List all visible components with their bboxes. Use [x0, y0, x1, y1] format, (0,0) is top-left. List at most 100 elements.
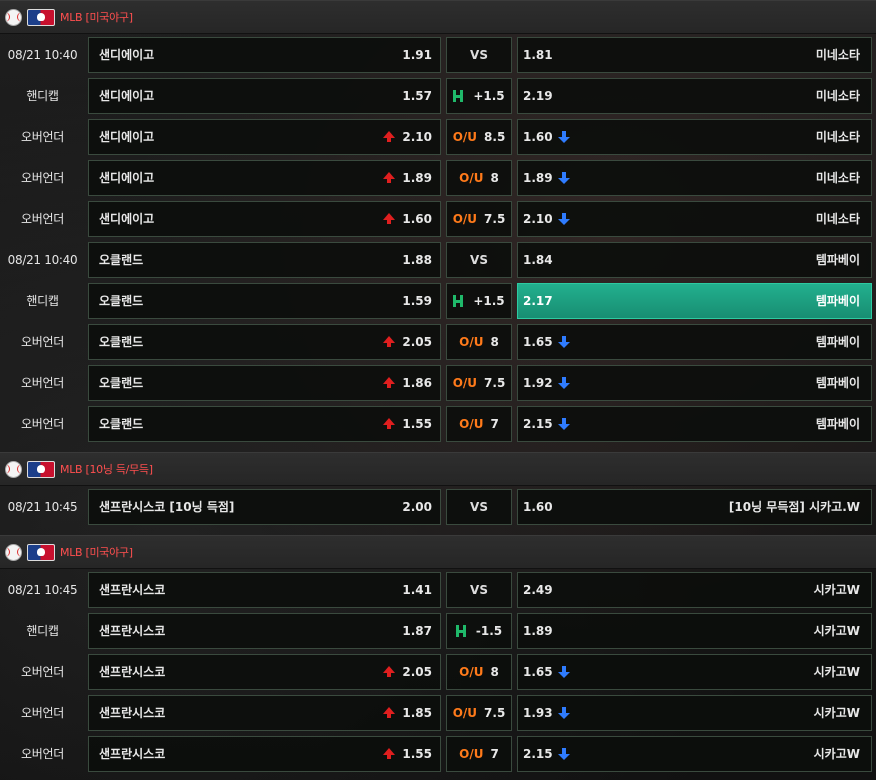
ou-label: O/U — [459, 170, 484, 185]
home-odds: 1.59 — [402, 293, 432, 308]
away-bet-button[interactable]: 2.15 시카고W — [517, 735, 872, 772]
mlb-logo — [27, 8, 55, 26]
ou-label: O/U — [452, 211, 478, 226]
away-team-name: 미네소타 — [815, 212, 860, 226]
home-bet-button[interactable]: 샌디에이고 1.91 — [88, 36, 441, 73]
home-bet-button[interactable]: 오클랜드 1.88 — [88, 241, 441, 278]
ou-label: O/U — [459, 746, 484, 761]
league-name[interactable]: MLB [미국야구] — [60, 9, 133, 25]
away-bet-button[interactable]: 1.65 템파베이 — [517, 323, 872, 360]
league-name[interactable]: MLB [미국야구] — [60, 544, 133, 560]
betting-board: MLB [미국야구] 08/21 10:40 샌디에이고 1.91 VS 1.81 미네소타… — [0, 0, 876, 774]
ou-label: O/U — [459, 416, 484, 431]
home-odds: 1.57 — [402, 88, 432, 103]
away-bet-button[interactable]: 2.19 미네소타 — [517, 77, 872, 114]
arrow-up-icon — [383, 213, 396, 224]
away-bet-button[interactable]: 1.89 미네소타 — [517, 159, 872, 196]
middle-bet-cell: VS — [446, 571, 512, 608]
middle-bet-cell: O/U 8 — [446, 653, 512, 690]
away-team-name: 템파베이 — [815, 417, 860, 431]
home-bet-button[interactable]: 샌프란시스코 [10닝 득점] 2.00 — [88, 488, 441, 525]
home-odds: 1.86 — [402, 375, 432, 390]
match-row: 오버언더 샌프란시스코 1.85 O/U 7.5 1.93 시카고W — [0, 692, 876, 733]
row-label: 오버언더 — [21, 130, 64, 144]
match-row: 오버언더 샌디에이고 1.60 O/U 7.5 2.10 미네소타 — [0, 198, 876, 239]
ou-line-value: 7 — [490, 416, 499, 431]
away-team-name: 시카고W — [813, 747, 860, 761]
middle-bet-cell: VS — [446, 241, 512, 278]
away-bet-button[interactable]: 1.60 [10닝 무득점] 시카고.W — [517, 488, 872, 525]
home-bet-button[interactable]: 샌디에이고 1.89 — [88, 159, 441, 196]
away-bet-button[interactable]: 1.89 시카고W — [517, 612, 872, 649]
handicap-icon-bar — [455, 629, 466, 633]
away-bet-button[interactable]: 1.65 시카고W — [517, 653, 872, 690]
row-label: 핸디캡 — [26, 294, 59, 308]
away-odds: 2.15 — [523, 746, 553, 761]
away-bet-button[interactable]: 1.81 미네소타 — [517, 36, 872, 73]
away-bet-button[interactable]: 2.15 템파베이 — [517, 405, 872, 442]
home-odds: 1.87 — [402, 623, 432, 638]
away-bet-button[interactable]: 1.92 템파베이 — [517, 364, 872, 401]
home-bet-button[interactable]: 샌프란시스코 1.87 — [88, 612, 441, 649]
home-bet-button[interactable]: 샌디에이고 1.57 — [88, 77, 441, 114]
away-bet-button[interactable]: 1.84 템파베이 — [517, 241, 872, 278]
middle-bet-cell: O/U 7 — [446, 735, 512, 772]
home-bet-button[interactable]: 샌디에이고 1.60 — [88, 200, 441, 237]
away-bet-button[interactable]: 2.17 템파베이 — [517, 282, 872, 319]
away-odds: 1.81 — [523, 47, 553, 62]
home-bet-button[interactable]: 샌프란시스코 1.55 — [88, 735, 441, 772]
home-bet-button[interactable]: 오클랜드 1.86 — [88, 364, 441, 401]
handicap-value: +1.5 — [473, 293, 505, 308]
home-odds: 1.91 — [402, 47, 432, 62]
away-bet-button[interactable]: 2.10 미네소타 — [517, 200, 872, 237]
away-bet-button[interactable]: 1.93 시카고W — [517, 694, 872, 731]
home-bet-button[interactable]: 오클랜드 1.59 — [88, 282, 441, 319]
match-row: 오버언더 샌프란시스코 1.55 O/U 7 2.15 시카고W — [0, 733, 876, 774]
away-bet-button[interactable]: 2.49 시카고W — [517, 571, 872, 608]
home-bet-button[interactable]: 오클랜드 2.05 — [88, 323, 441, 360]
home-odds: 1.89 — [402, 170, 432, 185]
away-odds: 1.60 — [523, 499, 553, 514]
ou-label: O/U — [459, 334, 484, 349]
arrow-up-icon — [383, 748, 396, 759]
away-team-name: 미네소타 — [815, 171, 860, 185]
middle-bet-cell: O/U 8 — [446, 159, 512, 196]
ou-line-value: 8 — [490, 664, 499, 679]
row-label: 오버언더 — [21, 665, 64, 679]
middle-bet-cell: VS — [446, 488, 512, 525]
league-name[interactable]: MLB [10닝 득/무득] — [60, 461, 153, 477]
home-team-name: 오클랜드 — [99, 253, 144, 267]
match-row: 오버언더 오클랜드 1.86 O/U 7.5 1.92 템파베이 — [0, 362, 876, 403]
arrow-up-icon — [383, 172, 396, 183]
ou-line-value: 7.5 — [484, 705, 506, 720]
row-label: 08/21 10:40 — [7, 252, 78, 267]
home-team-name: 샌디에이고 — [99, 171, 155, 185]
home-bet-button[interactable]: 샌프란시스코 1.41 — [88, 571, 441, 608]
arrow-down-icon — [557, 706, 570, 719]
match-row: 오버언더 오클랜드 1.55 O/U 7 2.15 템파베이 — [0, 403, 876, 444]
away-bet-button[interactable]: 1.60 미네소타 — [517, 118, 872, 155]
home-team-name: 샌디에이고 — [99, 48, 155, 62]
away-team-name: 시카고W — [813, 624, 860, 638]
home-team-name: 샌프란시스코 [10닝 득점] — [99, 500, 235, 514]
home-bet-button[interactable]: 샌프란시스코 1.85 — [88, 694, 441, 731]
away-odds: 1.93 — [523, 705, 553, 720]
ou-line-value: 8 — [490, 334, 499, 349]
arrow-up-icon — [383, 377, 396, 388]
home-bet-button[interactable]: 오클랜드 1.55 — [88, 405, 441, 442]
ou-line-value: 7.5 — [484, 375, 506, 390]
home-odds: 1.55 — [402, 416, 432, 431]
home-team-name: 샌프란시스코 — [99, 665, 166, 679]
ou-line-value: 8.5 — [484, 129, 506, 144]
middle-bet-cell: O/U 8.5 — [446, 118, 512, 155]
home-team-name: 오클랜드 — [99, 294, 144, 308]
middle-bet-cell: O/U 8 — [446, 323, 512, 360]
home-bet-button[interactable]: 샌프란시스코 2.05 — [88, 653, 441, 690]
row-label: 08/21 10:45 — [7, 499, 78, 514]
home-bet-button[interactable]: 샌디에이고 2.10 — [88, 118, 441, 155]
middle-bet-cell: O/U 7.5 — [446, 694, 512, 731]
home-odds: 2.00 — [402, 499, 432, 514]
home-team-name: 샌프란시스코 — [99, 583, 166, 597]
home-team-name: 샌디에이고 — [99, 130, 155, 144]
